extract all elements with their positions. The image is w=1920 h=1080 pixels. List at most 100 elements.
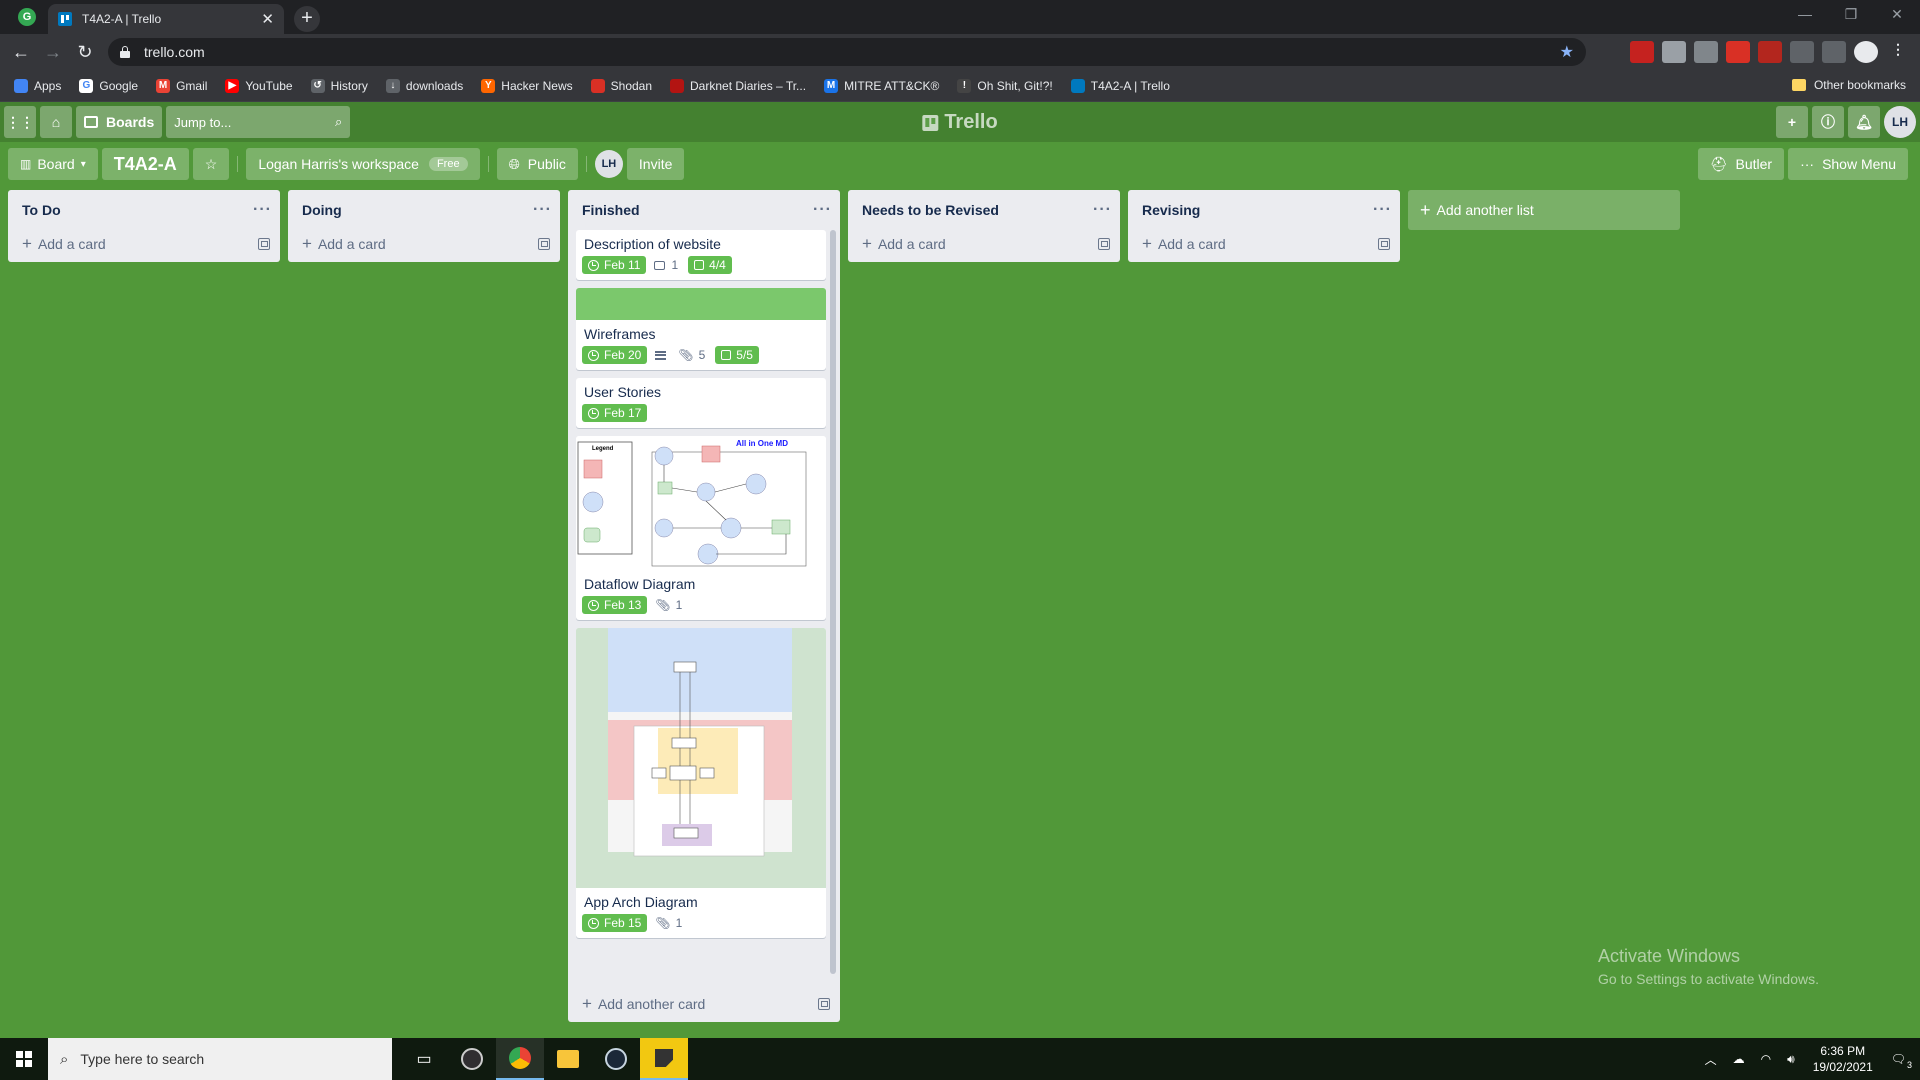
user-avatar[interactable]: LH bbox=[1884, 106, 1916, 138]
close-tab-icon[interactable]: ✕ bbox=[261, 10, 274, 28]
card-user-stories[interactable]: User Stories Feb 17 bbox=[576, 378, 826, 428]
other-bookmarks[interactable]: Other bookmarks bbox=[1791, 78, 1906, 92]
list-menu-icon[interactable]: ··· bbox=[1373, 201, 1392, 219]
list-header[interactable]: Needs to be Revised ··· bbox=[848, 190, 1120, 230]
due-date-badge[interactable]: Feb 17 bbox=[582, 404, 648, 422]
obs-icon[interactable] bbox=[448, 1038, 496, 1080]
list-header[interactable]: Finished ··· bbox=[568, 190, 840, 230]
restore-button[interactable]: ❐ bbox=[1828, 0, 1874, 30]
forward-arrow-icon[interactable]: → bbox=[42, 41, 64, 63]
bookmark-google[interactable]: G Google bbox=[79, 78, 138, 93]
close-window-button[interactable]: ✕ bbox=[1874, 0, 1920, 30]
info-icon[interactable]: ⓘ bbox=[1812, 106, 1844, 138]
chrome-icon[interactable] bbox=[496, 1038, 544, 1080]
add-card-button[interactable]: + Add a card bbox=[288, 230, 560, 258]
card-description-of-website[interactable]: Description of website Feb 11 1 4/4 bbox=[576, 230, 826, 280]
jump-to-search[interactable]: Jump to... ⌕ bbox=[166, 106, 351, 138]
extension-icon[interactable] bbox=[1758, 41, 1782, 63]
due-date-badge[interactable]: Feb 11 bbox=[582, 256, 647, 274]
chrome-menu-icon[interactable]: ⋮ bbox=[1886, 41, 1910, 63]
minimize-button[interactable]: — bbox=[1782, 0, 1828, 30]
list-menu-icon[interactable]: ··· bbox=[813, 201, 832, 219]
bookmark-star-icon[interactable]: ★ bbox=[1560, 42, 1574, 62]
address-bar[interactable]: trello.com ★ bbox=[108, 38, 1586, 66]
bookmark-youtube[interactable]: ▶ YouTube bbox=[225, 78, 293, 93]
card-app-arch-diagram[interactable]: App Arch Diagram Feb 15 📎︎ 1 bbox=[576, 628, 826, 938]
member-avatar[interactable]: LH bbox=[594, 150, 623, 178]
add-card-button[interactable]: + Add a card bbox=[1128, 230, 1400, 258]
list-header[interactable]: Revising ··· bbox=[1128, 190, 1400, 230]
list-menu-icon[interactable]: ··· bbox=[533, 201, 552, 219]
extension-icon[interactable] bbox=[1726, 41, 1750, 63]
card-dataflow-diagram[interactable]: Legend All in One MD Dataflow Diagram Fe… bbox=[576, 436, 826, 620]
list-title[interactable]: Finished bbox=[582, 202, 640, 218]
browser-tab-active[interactable]: T4A2-A | Trello ✕ bbox=[48, 4, 284, 34]
card-template-icon[interactable] bbox=[538, 238, 550, 250]
reload-icon[interactable]: ↻ bbox=[74, 41, 96, 63]
bookmark-shodan[interactable]: Shodan bbox=[590, 78, 652, 93]
bookmark-ohshitgit[interactable]: ! Oh Shit, Git!?! bbox=[957, 78, 1053, 93]
bookmark-downloads[interactable]: ↓ downloads bbox=[385, 78, 463, 93]
profile-icon[interactable]: G bbox=[18, 8, 36, 26]
extension-icon[interactable] bbox=[1694, 41, 1718, 63]
list-title[interactable]: Revising bbox=[1142, 202, 1200, 218]
bookmark-trello[interactable]: T4A2-A | Trello bbox=[1070, 78, 1170, 93]
due-date-badge[interactable]: Feb 20 bbox=[582, 346, 648, 364]
taskbar-search-box[interactable]: ⌕ Type here to search bbox=[48, 1038, 392, 1080]
add-another-card-button[interactable]: + Add another card bbox=[568, 990, 840, 1018]
wifi-icon[interactable]: ◠ bbox=[1761, 1052, 1771, 1066]
star-board-button[interactable]: ☆ bbox=[192, 148, 230, 180]
create-button[interactable]: + bbox=[1776, 106, 1808, 138]
list-title[interactable]: Doing bbox=[302, 202, 342, 218]
add-card-button[interactable]: + Add a card bbox=[848, 230, 1120, 258]
due-date-badge[interactable]: Feb 15 bbox=[582, 914, 648, 932]
chevron-up-icon[interactable]: ︿ bbox=[1705, 1051, 1717, 1068]
reading-list-icon[interactable] bbox=[1822, 41, 1846, 63]
task-view-icon[interactable]: ▭ bbox=[400, 1038, 448, 1080]
back-arrow-icon[interactable]: ← bbox=[10, 41, 32, 63]
extension-icon[interactable] bbox=[1630, 41, 1654, 63]
add-another-list-button[interactable]: + Add another list bbox=[1408, 190, 1680, 230]
card-wireframes[interactable]: Wireframes Feb 20 📎︎ 5 5/5 bbox=[576, 288, 826, 370]
due-date-badge[interactable]: Feb 13 bbox=[582, 596, 648, 614]
workspace-button[interactable]: Logan Harris's workspace Free bbox=[246, 148, 480, 180]
new-tab-button[interactable]: + bbox=[294, 6, 320, 32]
card-template-icon[interactable] bbox=[1098, 238, 1110, 250]
list-title[interactable]: Needs to be Revised bbox=[862, 202, 999, 218]
bookmark-hacker-news[interactable]: Y Hacker News bbox=[481, 78, 573, 93]
onedrive-icon[interactable]: ☁ bbox=[1733, 1052, 1745, 1066]
invite-button[interactable]: Invite bbox=[626, 148, 685, 180]
card-template-icon[interactable] bbox=[818, 998, 830, 1010]
board-title[interactable]: T4A2-A bbox=[101, 148, 189, 180]
bookmark-mitre[interactable]: M MITRE ATT&CK® bbox=[824, 78, 939, 93]
home-button[interactable]: ⌂ bbox=[40, 106, 72, 138]
visibility-button[interactable]: 🌐︎ Public bbox=[496, 148, 578, 180]
list-menu-icon[interactable]: ··· bbox=[253, 201, 272, 219]
list-menu-icon[interactable]: ··· bbox=[1093, 201, 1112, 219]
list-header[interactable]: To Do ··· bbox=[8, 190, 280, 230]
list-title[interactable]: To Do bbox=[22, 202, 61, 218]
puzzle-icon[interactable] bbox=[1790, 41, 1814, 63]
bookmark-apps[interactable]: Apps bbox=[14, 78, 61, 93]
bookmark-darknet-diaries[interactable]: Darknet Diaries – Tr... bbox=[670, 78, 806, 93]
extension-icon[interactable] bbox=[1662, 41, 1686, 63]
show-menu-button[interactable]: ··· Show Menu bbox=[1788, 148, 1908, 180]
notification-center-icon[interactable]: 🗨︎ 3 bbox=[1891, 1052, 1912, 1070]
taskbar-clock[interactable]: 6:36 PM 19/02/2021 bbox=[1813, 1043, 1873, 1075]
bookmark-gmail[interactable]: M Gmail bbox=[156, 78, 207, 93]
sticky-notes-icon[interactable] bbox=[640, 1038, 688, 1080]
account-avatar-icon[interactable] bbox=[1854, 41, 1878, 63]
add-card-button[interactable]: + Add a card bbox=[8, 230, 280, 258]
app-switcher-button[interactable]: ⋮⋮ bbox=[4, 106, 36, 138]
file-explorer-icon[interactable] bbox=[544, 1038, 592, 1080]
steam-icon[interactable] bbox=[592, 1038, 640, 1080]
list-header[interactable]: Doing ··· bbox=[288, 190, 560, 230]
card-template-icon[interactable] bbox=[1378, 238, 1390, 250]
bookmark-history[interactable]: ↺ History bbox=[310, 78, 368, 93]
board-view-switcher[interactable]: ▥ Board ▾ bbox=[8, 148, 98, 180]
start-button[interactable] bbox=[0, 1038, 48, 1080]
volume-icon[interactable]: 🔊︎ bbox=[1787, 1052, 1795, 1067]
trello-logo[interactable]: Trello bbox=[922, 111, 998, 134]
card-template-icon[interactable] bbox=[258, 238, 270, 250]
boards-button[interactable]: Boards bbox=[76, 106, 163, 138]
